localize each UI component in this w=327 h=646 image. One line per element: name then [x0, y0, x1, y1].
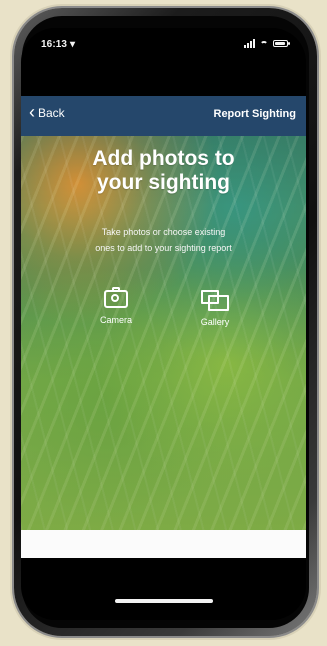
status-bar: 16:13 ▾: [21, 28, 306, 62]
battery-icon: [273, 40, 290, 47]
status-icons: [244, 39, 290, 48]
gallery-label: Gallery: [200, 317, 230, 327]
home-indicator[interactable]: [115, 599, 213, 603]
camera-button[interactable]: Camera: [87, 287, 145, 326]
page-title: Report Sighting: [213, 108, 297, 120]
status-time: 16:13 ▾: [41, 39, 76, 50]
headline: Add photos to your sighting: [92, 147, 235, 194]
photo-actions: Camera Gallery: [21, 287, 306, 350]
gallery-button[interactable]: Gallery: [186, 290, 244, 328]
chevron-left-icon: ‹: [29, 102, 35, 122]
bottom-panel: [21, 530, 306, 558]
battery-level: [275, 42, 285, 45]
back-label: Back: [38, 106, 65, 120]
wifi-icon: [259, 40, 269, 48]
camera-icon: [104, 287, 128, 308]
signal-icon: [244, 39, 255, 48]
camera-label: Camera: [99, 315, 132, 325]
description: Take photos or choose existing ones to a…: [95, 227, 232, 253]
gallery-front-frame: [208, 295, 229, 311]
gallery-icon: [201, 290, 229, 312]
back-button[interactable]: ‹ Back: [29, 102, 65, 122]
navigation-bar: ‹ Back Report Sighting: [21, 96, 306, 136]
app-screen: 16:13 ▾ ‹ Back Report Sighting Add photo…: [21, 28, 306, 620]
